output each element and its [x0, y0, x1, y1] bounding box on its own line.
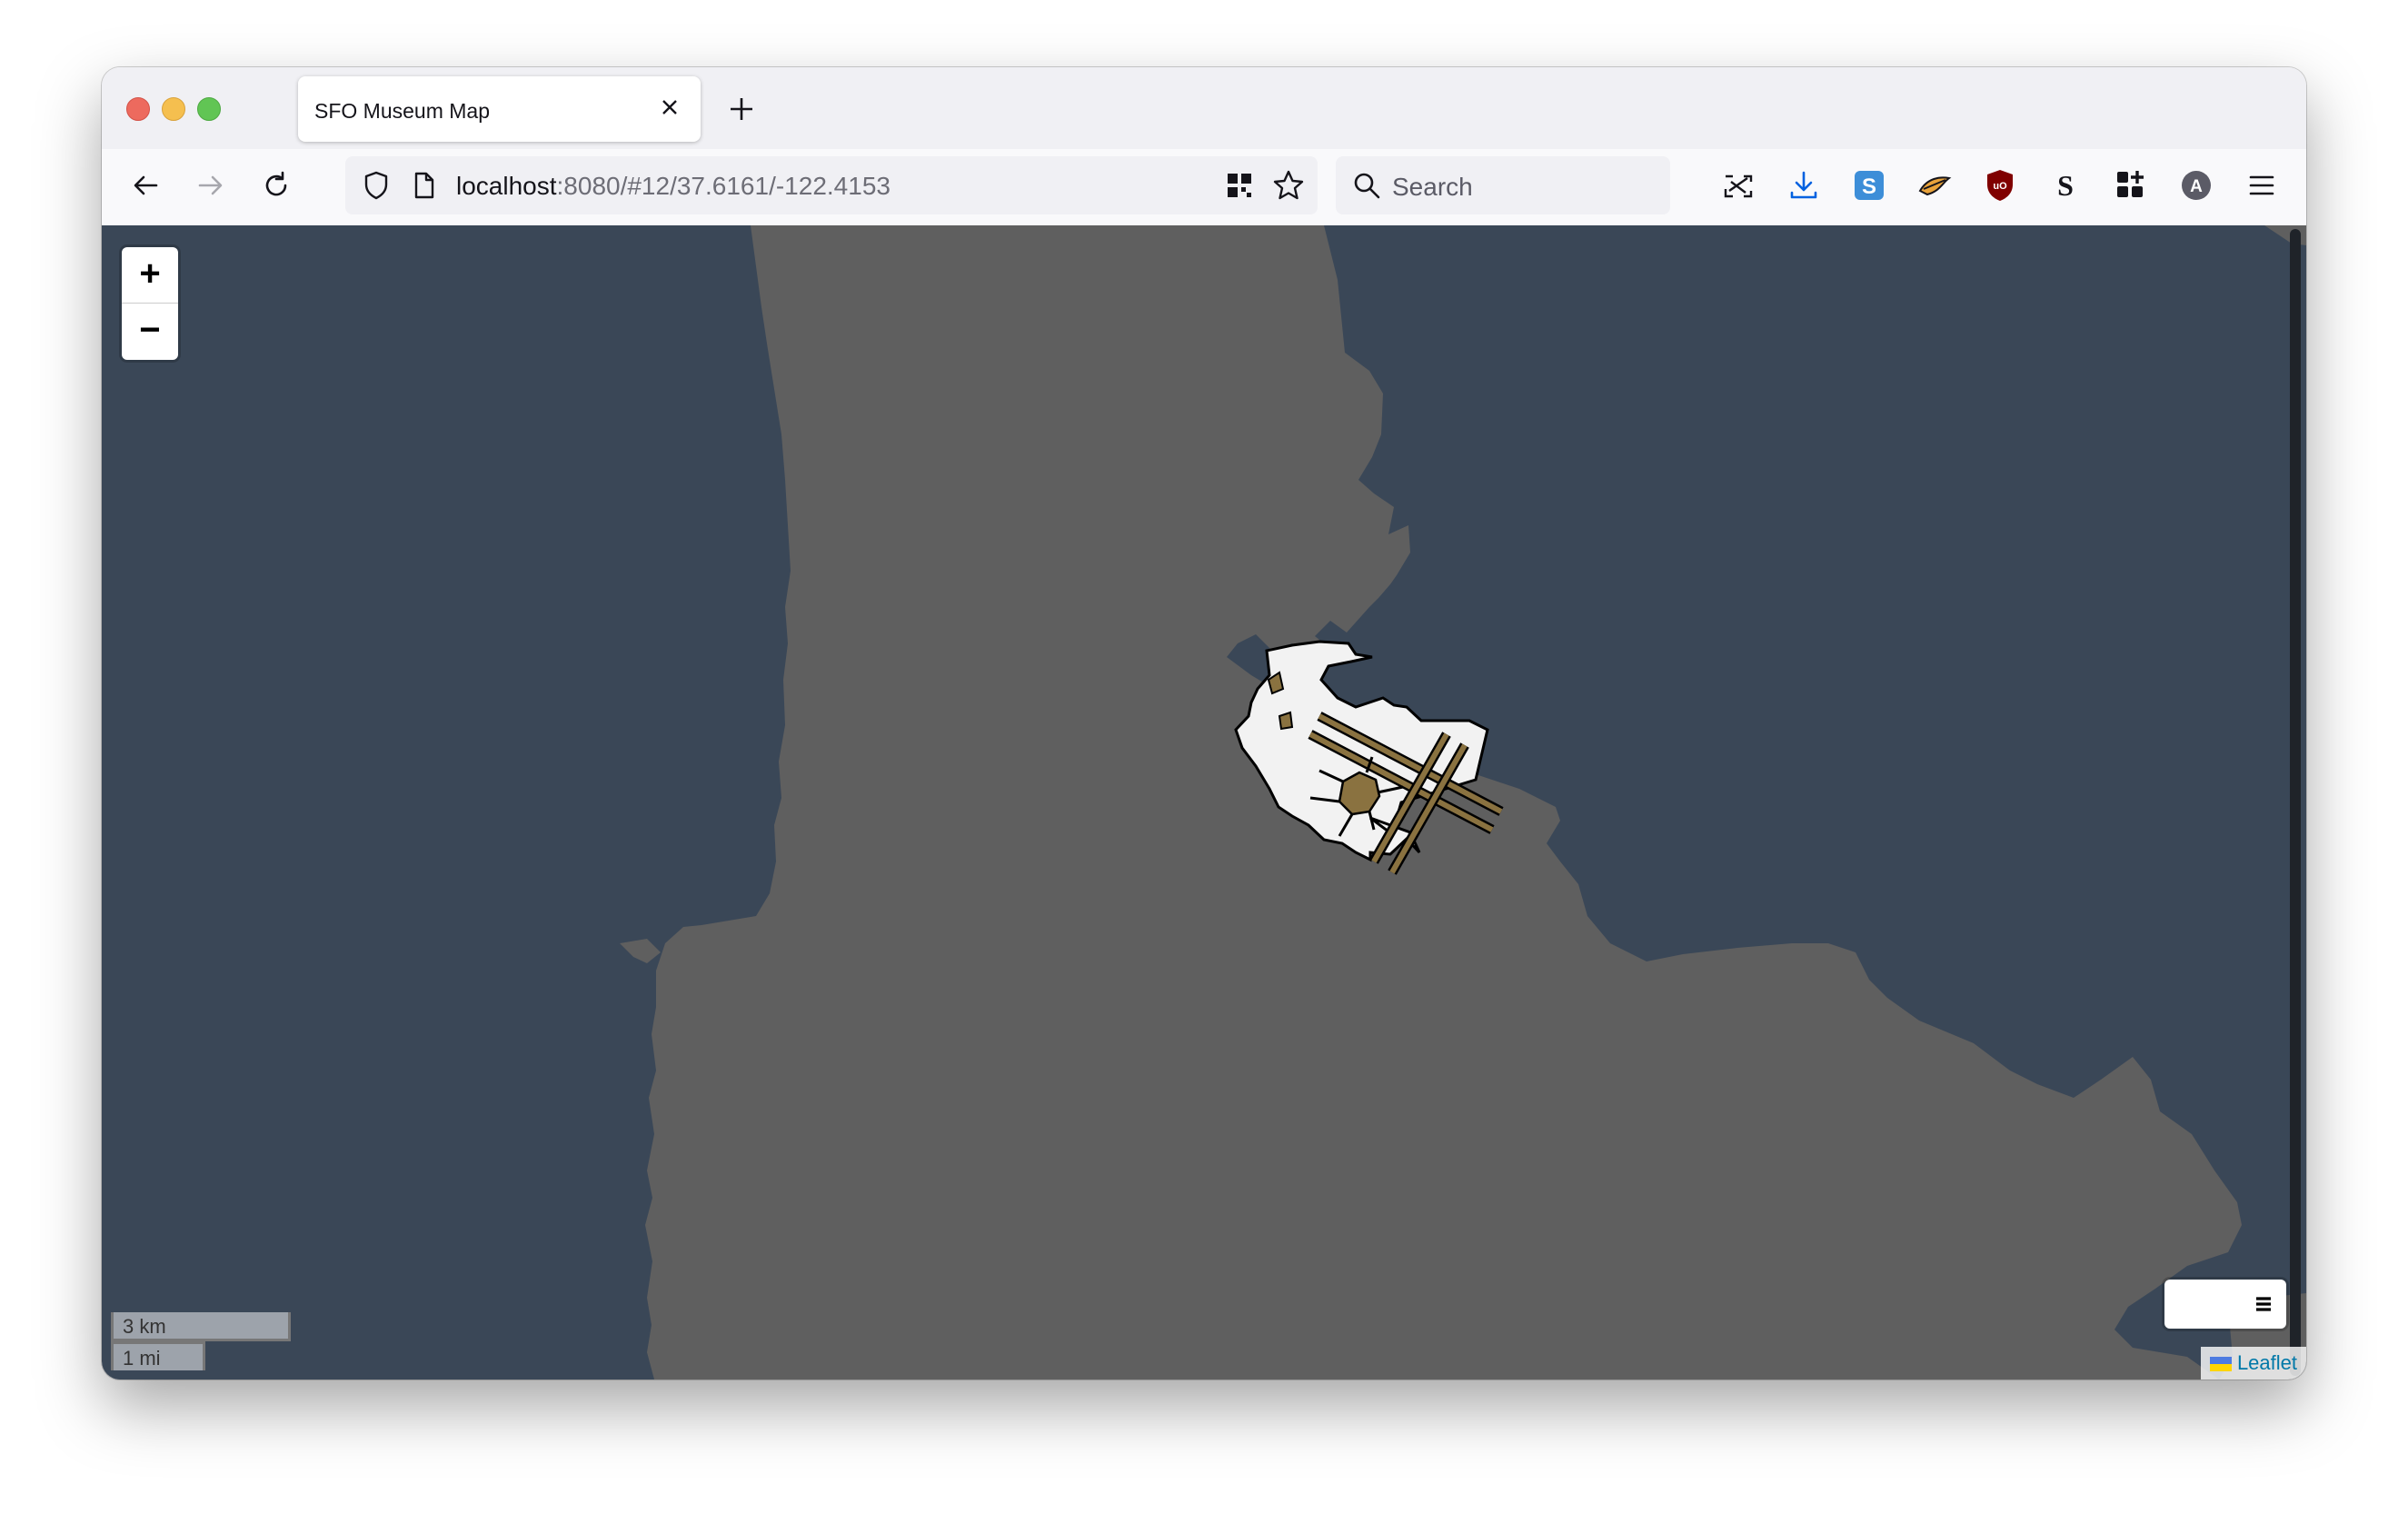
forward-arrow-icon[interactable]	[191, 165, 231, 205]
layers-icon[interactable]	[2254, 1294, 2274, 1314]
map-tiles[interactable]	[102, 225, 2306, 1380]
ublock-shield-icon[interactable]: uO	[1980, 165, 2020, 205]
shield-icon[interactable]	[358, 167, 394, 204]
zoom-in-button[interactable]: +	[122, 247, 178, 304]
zoom-control: + −	[122, 247, 178, 360]
screenshot-extension-icon[interactable]	[1718, 165, 1758, 205]
bird-extension-icon[interactable]	[1915, 165, 1955, 205]
search-input[interactable]: Search	[1336, 156, 1670, 214]
attribution-control: Leaflet	[2200, 1347, 2306, 1380]
qr-code-icon[interactable]	[1223, 169, 1256, 202]
browser-window: SFO Museum Map localhost:8080/#12/37.616…	[102, 67, 2306, 1380]
url-bar[interactable]: localhost:8080/#12/37.6161/-122.4153	[345, 156, 1318, 214]
map-scrollbar[interactable]	[2290, 229, 2301, 1376]
navigation-toolbar: localhost:8080/#12/37.6161/-122.4153 Sea…	[102, 149, 2306, 226]
leaflet-link[interactable]: Leaflet	[2237, 1351, 2297, 1374]
download-icon[interactable]	[1784, 165, 1824, 205]
search-placeholder: Search	[1392, 173, 1473, 201]
s-extension-icon[interactable]: S	[1849, 165, 1889, 205]
tab-title: SFO Museum Map	[314, 99, 490, 123]
back-arrow-icon[interactable]	[125, 165, 165, 205]
new-tab-icon[interactable]	[721, 89, 761, 129]
url-host: localhost	[456, 172, 557, 200]
svg-text:S: S	[2057, 169, 2074, 202]
reload-icon[interactable]	[256, 165, 296, 205]
zoom-out-button[interactable]: −	[122, 304, 178, 359]
window-close-button[interactable]	[126, 97, 150, 121]
bookmark-star-icon[interactable]	[1270, 167, 1307, 204]
svg-text:A: A	[2190, 177, 2203, 196]
map-container[interactable]: + − 3 km 1 mi Leaflet	[102, 225, 2306, 1380]
scale-control: 3 km 1 mi	[111, 1312, 291, 1370]
page-icon[interactable]	[405, 167, 442, 204]
menu-hamburger-icon[interactable]	[2242, 165, 2282, 205]
window-maximize-button[interactable]	[197, 97, 221, 121]
svg-text:S: S	[1862, 174, 1876, 199]
svg-text:uO: uO	[1993, 181, 2007, 192]
extensions-grid-icon[interactable]	[2111, 165, 2151, 205]
close-icon[interactable]	[655, 93, 684, 122]
url-path: :8080/#12/37.6161/-122.4153	[556, 172, 891, 200]
window-minimize-button[interactable]	[162, 97, 185, 121]
layers-control[interactable]	[2164, 1280, 2286, 1329]
tab-strip: SFO Museum Map	[102, 67, 2306, 149]
s-logo-icon[interactable]: S	[2045, 165, 2085, 205]
scale-km: 3 km	[111, 1312, 291, 1341]
land-coast-fringe	[620, 939, 661, 963]
account-avatar-icon[interactable]: A	[2176, 165, 2216, 205]
url-text[interactable]: localhost:8080/#12/37.6161/-122.4153	[456, 172, 891, 201]
search-icon	[1354, 173, 1380, 199]
ukraine-flag-icon	[2209, 1357, 2232, 1372]
tab-active[interactable]: SFO Museum Map	[298, 76, 701, 142]
scale-mi: 1 mi	[111, 1341, 205, 1370]
